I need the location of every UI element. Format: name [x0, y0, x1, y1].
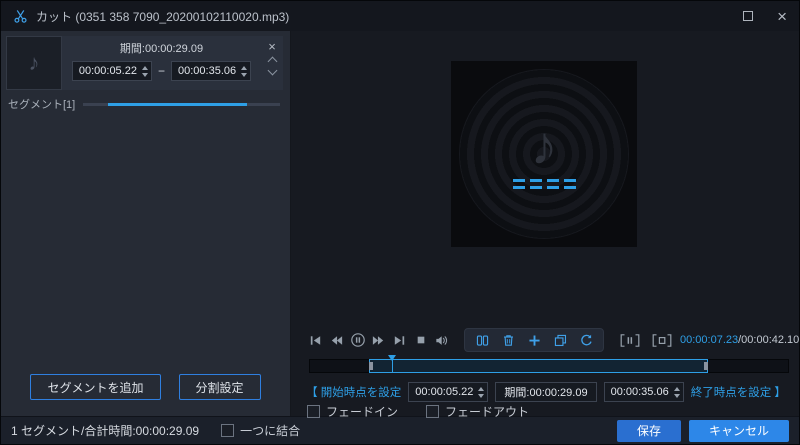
close-button[interactable]: ×: [777, 8, 787, 25]
reset-button[interactable]: [573, 329, 599, 351]
segment-start-value: 00:00:05.22: [78, 65, 137, 77]
spinner[interactable]: [478, 386, 485, 398]
vinyl-disc: ♪: [459, 69, 629, 239]
time-display: 00:00:07.23/00:00:42.10: [680, 334, 799, 346]
scissors-icon: [13, 9, 28, 24]
rewind-button[interactable]: [326, 329, 347, 351]
spinner[interactable]: [141, 65, 148, 77]
fade-out-label: フェードアウト: [445, 405, 530, 419]
playhead[interactable]: [388, 355, 397, 372]
segment-time-range: 00:00:05.22 − 00:00:35.06: [71, 61, 252, 81]
stop-segment-button[interactable]: [648, 329, 676, 351]
playback-controls: 00:00:07.23/00:00:42.10: [305, 328, 799, 352]
merge-label: 一つに結合: [240, 424, 301, 438]
cut-dialog: カット (0351 358 7090_20200102110020.mp3) ×…: [0, 0, 800, 445]
trim-start-input[interactable]: 00:00:05.22: [408, 382, 489, 402]
window-title: カット (0351 358 7090_20200102110020.mp3): [36, 9, 290, 24]
trim-start-value: 00:00:05.22: [415, 386, 474, 398]
preview-panel: ♪ 00:00:07.23/00:00:42.10 【 開始時点を設定 00:0…: [291, 31, 799, 419]
music-note-icon: ♪: [28, 50, 40, 75]
segment-end-value: 00:00:35.06: [178, 65, 237, 77]
segment-end-input[interactable]: 00:00:35.06: [171, 61, 252, 81]
fast-forward-button[interactable]: [368, 329, 389, 351]
segment-panel: ♪ 期間:00:00:29.09 00:00:05.22 − 00:00:35.…: [1, 31, 291, 416]
maximize-button[interactable]: [743, 11, 754, 21]
titlebar: カット (0351 358 7090_20200102110020.mp3) ×: [1, 1, 799, 31]
segment-tools: [464, 328, 604, 352]
album-art: ♪: [451, 61, 637, 247]
stop-button[interactable]: [410, 329, 431, 351]
current-time: 00:00:07.23: [680, 334, 739, 346]
split-settings-button[interactable]: 分割設定: [178, 374, 261, 400]
set-end-button[interactable]: 終了時点を設定 】: [691, 384, 786, 400]
selection-end-handle[interactable]: [704, 362, 709, 370]
footer-buttons: 保存 キャンセル: [616, 419, 789, 442]
timeline[interactable]: [309, 355, 789, 373]
segment-card-side: ×: [261, 36, 283, 90]
main-area: ♪ 期間:00:00:29.09 00:00:05.22 − 00:00:35.…: [1, 31, 799, 419]
checkbox-box[interactable]: [307, 405, 320, 418]
delete-button[interactable]: [495, 329, 521, 351]
window-controls: ×: [743, 8, 787, 25]
spinner-down-icon[interactable]: [673, 393, 680, 398]
cancel-button[interactable]: キャンセル: [688, 419, 789, 442]
skip-end-button[interactable]: [389, 329, 410, 351]
selection-region[interactable]: [369, 359, 709, 373]
segment-panel-buttons: セグメントを追加 分割設定: [1, 374, 290, 400]
spinner-down-icon[interactable]: [241, 72, 248, 77]
skip-start-button[interactable]: [305, 329, 326, 351]
segment-delete-icon[interactable]: ×: [268, 40, 276, 53]
segment-summary: 1 セグメント/合計時間:00:00:29.09: [11, 424, 200, 438]
segment-name: セグメント[1]: [8, 99, 76, 111]
save-button[interactable]: 保存: [616, 419, 681, 442]
segment-card-body: 期間:00:00:29.09 00:00:05.22 − 00:00:35.06: [62, 36, 261, 90]
preview-segment-button[interactable]: [616, 329, 644, 351]
checkbox-box[interactable]: [221, 424, 235, 437]
set-start-button[interactable]: 【 開始時点を設定: [306, 384, 401, 400]
spinner-up-icon[interactable]: [241, 65, 248, 70]
fade-out-checkbox[interactable]: フェードアウト: [426, 403, 529, 420]
spinner-up-icon[interactable]: [673, 386, 680, 391]
music-note-icon: ♪: [530, 116, 558, 176]
range-dash: −: [157, 64, 165, 78]
merge-checkbox[interactable]: 一つに結合: [221, 422, 300, 439]
spinner-up-icon[interactable]: [478, 386, 485, 391]
segment-range-fill: [107, 102, 248, 106]
segment-duration-label: 期間:00:00:29.09: [119, 43, 204, 55]
spinner[interactable]: [241, 65, 248, 77]
total-time: /00:00:42.10: [738, 334, 800, 346]
spinner[interactable]: [673, 386, 680, 398]
volume-button[interactable]: [431, 329, 452, 351]
pause-button[interactable]: [347, 329, 368, 351]
fade-options: フェードイン フェードアウト: [307, 403, 529, 420]
add-segment-button[interactable]: セグメントを追加: [30, 374, 161, 400]
trim-controls: 【 開始時点を設定 00:00:05.22 期間:00:00:29.09 00:…: [301, 381, 791, 403]
fade-in-checkbox[interactable]: フェードイン: [307, 403, 398, 420]
checkbox-box[interactable]: [426, 405, 440, 418]
footer: 1 セグメント/合計時間:00:00:29.09 一つに結合 保存 キャンセル: [1, 416, 799, 444]
spinner-down-icon[interactable]: [141, 72, 148, 77]
trim-end-input[interactable]: 00:00:35.06: [603, 382, 684, 402]
add-button[interactable]: [521, 329, 547, 351]
selection-start-handle[interactable]: [369, 362, 374, 370]
split-button[interactable]: [469, 329, 495, 351]
duration-display: 期間:00:00:29.09: [495, 382, 597, 402]
segment-label-row: セグメント[1]: [8, 96, 280, 112]
fade-in-label: フェードイン: [326, 405, 399, 419]
copy-button[interactable]: [547, 329, 573, 351]
spinner-down-icon[interactable]: [478, 393, 485, 398]
equalizer-bars: [512, 179, 576, 189]
spinner-up-icon[interactable]: [141, 65, 148, 70]
segment-thumbnail: ♪: [6, 36, 62, 90]
segment-range-bar: [83, 102, 280, 106]
trim-end-value: 00:00:35.06: [610, 386, 669, 398]
segment-card[interactable]: ♪ 期間:00:00:29.09 00:00:05.22 − 00:00:35.…: [6, 36, 283, 90]
chevron-down-icon[interactable]: [267, 65, 277, 76]
segment-start-input[interactable]: 00:00:05.22: [71, 61, 152, 81]
